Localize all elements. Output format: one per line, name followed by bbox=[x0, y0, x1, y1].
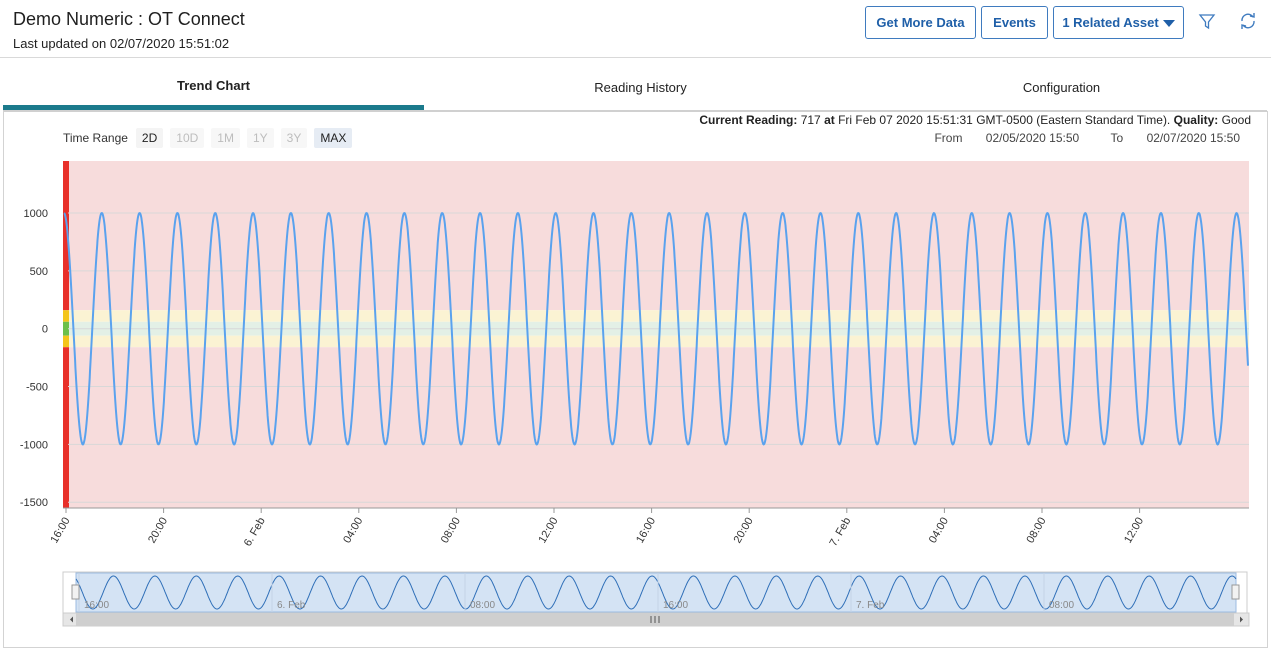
range-max-button[interactable]: MAX bbox=[314, 128, 353, 148]
navigator-handle-left[interactable] bbox=[71, 584, 80, 600]
x-tick-label: 6. Feb bbox=[242, 516, 268, 549]
tab-trend-chart[interactable]: Trend Chart bbox=[3, 66, 424, 110]
y-tick-label: 1000 bbox=[24, 208, 48, 220]
filter-icon[interactable] bbox=[1196, 10, 1218, 32]
x-tick-label: 20:00 bbox=[732, 516, 756, 546]
chevron-down-icon bbox=[1162, 20, 1175, 27]
tab-label: Trend Chart bbox=[177, 78, 250, 93]
current-reading-timestamp: Fri Feb 07 2020 15:51:31 GMT-0500 (Easte… bbox=[838, 113, 1171, 127]
band-alarm-low bbox=[68, 347, 1249, 508]
navigator-handle-right[interactable] bbox=[1231, 584, 1240, 600]
events-button[interactable]: Events bbox=[981, 6, 1048, 39]
x-tick-label: 04:00 bbox=[341, 516, 365, 546]
x-tick-label: 04:00 bbox=[927, 516, 951, 546]
current-reading-value: 717 bbox=[800, 113, 821, 127]
related-asset-label: 1 Related Asset bbox=[1062, 15, 1159, 30]
date-range: From 02/05/2020 15:50 To 02/07/2020 15:5… bbox=[928, 131, 1240, 145]
page-title: Demo Numeric : OT Connect bbox=[13, 9, 245, 29]
to-label: To bbox=[1110, 131, 1124, 145]
y-tick-label: -1000 bbox=[20, 439, 48, 451]
y-tick-label: -500 bbox=[26, 382, 48, 394]
range-10d-button[interactable]: 10D bbox=[170, 128, 205, 148]
tab-configuration[interactable]: Configuration bbox=[851, 66, 1271, 108]
quality-value: Good bbox=[1221, 113, 1251, 127]
current-reading: Current Reading: 717 at Fri Feb 07 2020 … bbox=[699, 113, 1251, 127]
from-date: 02/05/2020 15:50 bbox=[985, 131, 1080, 145]
to-date: 02/07/2020 15:50 bbox=[1146, 131, 1240, 145]
navigator-tick-label: 08:00 bbox=[470, 600, 495, 611]
tab-label: Reading History bbox=[594, 79, 687, 95]
x-tick-label: 12:00 bbox=[536, 516, 560, 546]
tab-label: Configuration bbox=[1022, 79, 1101, 95]
range-2d-button[interactable]: 2D bbox=[135, 128, 164, 148]
navigator-tick-label: 7. Feb bbox=[856, 600, 885, 611]
limit-bar-warning-high bbox=[63, 310, 69, 322]
time-range-selector: Time Range 2D 10D 1M 1Y 3Y MAX bbox=[63, 128, 359, 148]
y-tick-label: -1500 bbox=[20, 497, 48, 509]
current-reading-at: at bbox=[824, 113, 835, 127]
x-tick-label: 16:00 bbox=[634, 516, 658, 546]
limit-bar-alarm-low bbox=[63, 347, 69, 508]
y-tick-label: 500 bbox=[30, 266, 48, 278]
navigator-tick-label: 6. Feb bbox=[277, 600, 306, 611]
navigator-tick-label: 16:00 bbox=[663, 600, 688, 611]
time-range-label: Time Range bbox=[63, 131, 128, 145]
page-header: Demo Numeric : OT Connect Last updated o… bbox=[0, 0, 1271, 58]
navigator-tick-label: 08:00 bbox=[1049, 600, 1074, 611]
range-1y-button[interactable]: 1Y bbox=[246, 128, 274, 148]
tab-bar: Trend Chart Reading History Configuratio… bbox=[3, 66, 1267, 112]
get-more-data-button[interactable]: Get More Data bbox=[865, 6, 976, 39]
limit-bar-warning-low bbox=[63, 335, 69, 348]
x-tick-label: 12:00 bbox=[1122, 516, 1146, 546]
range-1m-button[interactable]: 1M bbox=[211, 128, 240, 148]
x-tick-label: 08:00 bbox=[1024, 516, 1048, 546]
x-tick-label: 08:00 bbox=[439, 516, 463, 546]
navigator-tick-label: 16:00 bbox=[84, 600, 109, 611]
x-tick-label: 20:00 bbox=[146, 516, 170, 546]
events-label: Events bbox=[993, 15, 1036, 30]
y-tick-label: 0 bbox=[42, 324, 48, 336]
current-reading-label: Current Reading: bbox=[699, 113, 798, 127]
related-asset-dropdown[interactable]: 1 Related Asset bbox=[1053, 6, 1184, 39]
trend-chart[interactable]: 10005000-500-1000-150016:00 20:00 6. Feb 04… bbox=[0, 150, 1271, 630]
range-3y-button[interactable]: 3Y bbox=[280, 128, 308, 148]
last-updated-text: Last updated on 02/07/2020 15:51:02 bbox=[13, 36, 230, 51]
x-tick-label: 16:00 bbox=[48, 516, 72, 546]
refresh-icon[interactable] bbox=[1237, 10, 1259, 32]
tab-reading-history[interactable]: Reading History bbox=[430, 66, 851, 108]
get-more-data-label: Get More Data bbox=[876, 15, 965, 30]
quality-label: Quality: bbox=[1173, 113, 1219, 127]
from-label: From bbox=[934, 131, 963, 145]
x-tick-label: 7. Feb bbox=[827, 516, 853, 549]
